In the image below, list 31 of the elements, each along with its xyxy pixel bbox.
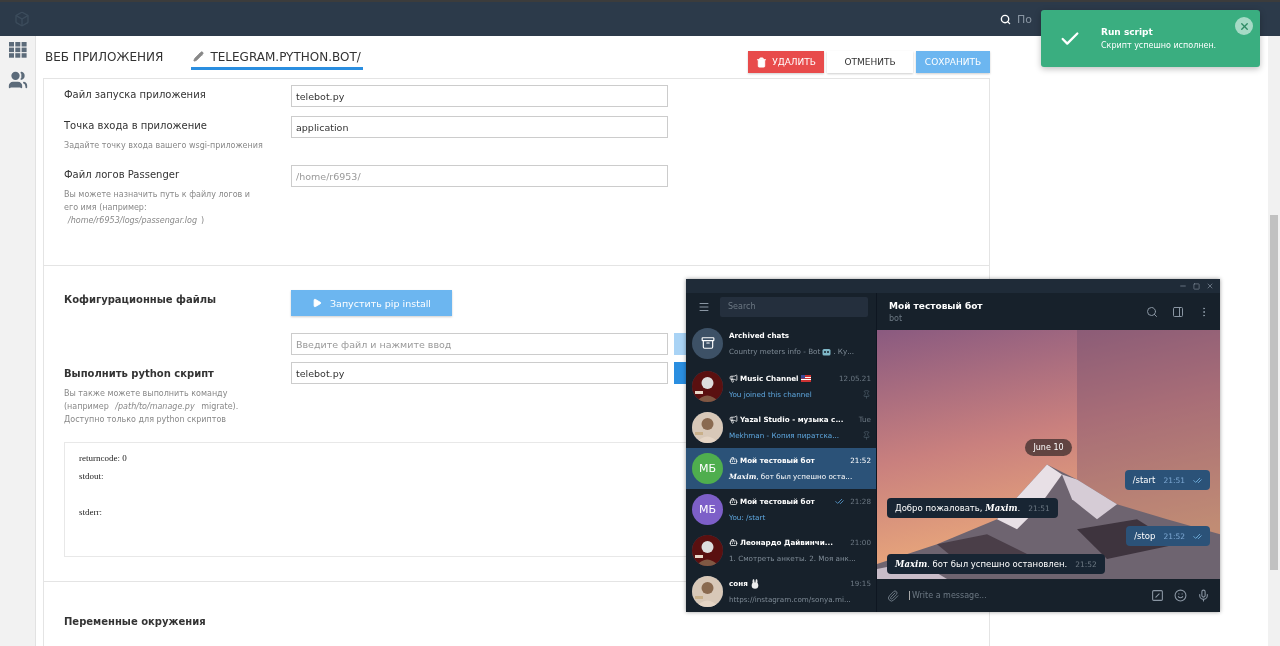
field-hint: Задайте точку входа вашего wsgi-приложения: [64, 140, 264, 152]
output-line: returncode: 0: [79, 453, 127, 465]
date-label: June 10: [1025, 439, 1072, 456]
avatar: МБ: [692, 494, 723, 525]
input-field[interactable]: application: [291, 116, 668, 138]
delete-button[interactable]: УДАЛИТЬ: [748, 51, 824, 73]
toast-title: Run script: [1101, 27, 1154, 37]
tab[interactable]: ВЕБ ПРИЛОЖЕНИЯ: [43, 46, 166, 70]
section-title: Переменные окружения: [64, 616, 206, 627]
input-field[interactable]: /home/r6953/: [291, 165, 668, 187]
chat-title: Мой тестовый бот: [889, 300, 983, 311]
search-field[interactable]: Search: [720, 296, 868, 317]
output-line: stdout:: [79, 471, 104, 483]
input-field[interactable]: telebot.py: [291, 85, 668, 107]
input-field[interactable]: Введите файл и нажмите ввод: [291, 333, 668, 355]
chat-subtitle: bot: [889, 313, 904, 323]
output-line: stderr:: [79, 507, 102, 519]
tab[interactable]: TELEGRAM.PYTHON.BOT/: [191, 46, 363, 70]
search-placeholder[interactable]: По: [1017, 12, 1032, 26]
field-label: Файл запуска приложения: [64, 88, 207, 102]
input-field[interactable]: telebot.py: [291, 362, 668, 384]
field-hint: Вы можете назначить путь к файлу логов и его имя (например: /home/r6953/logs/passengar.log): [64, 189, 252, 227]
cancel-button[interactable]: ОТМЕНИТЬ: [827, 51, 913, 73]
avatar: МБ: [692, 453, 723, 484]
section-title: Выполнить python скрипт: [64, 367, 215, 381]
field-label: Файл логов Passenger: [64, 168, 180, 182]
field-label: Точка входа в приложение: [64, 119, 208, 133]
message-field[interactable]: Write a message...: [909, 591, 1141, 600]
field-hint: Вы также можете выполнить команду (например /path/to/manage.py migrate). Доступно только для python скриптов: [64, 388, 240, 426]
section-title: Кофигурационные файлы: [64, 293, 218, 307]
toast-message: Скрипт успешно исполнен.: [1101, 41, 1217, 50]
